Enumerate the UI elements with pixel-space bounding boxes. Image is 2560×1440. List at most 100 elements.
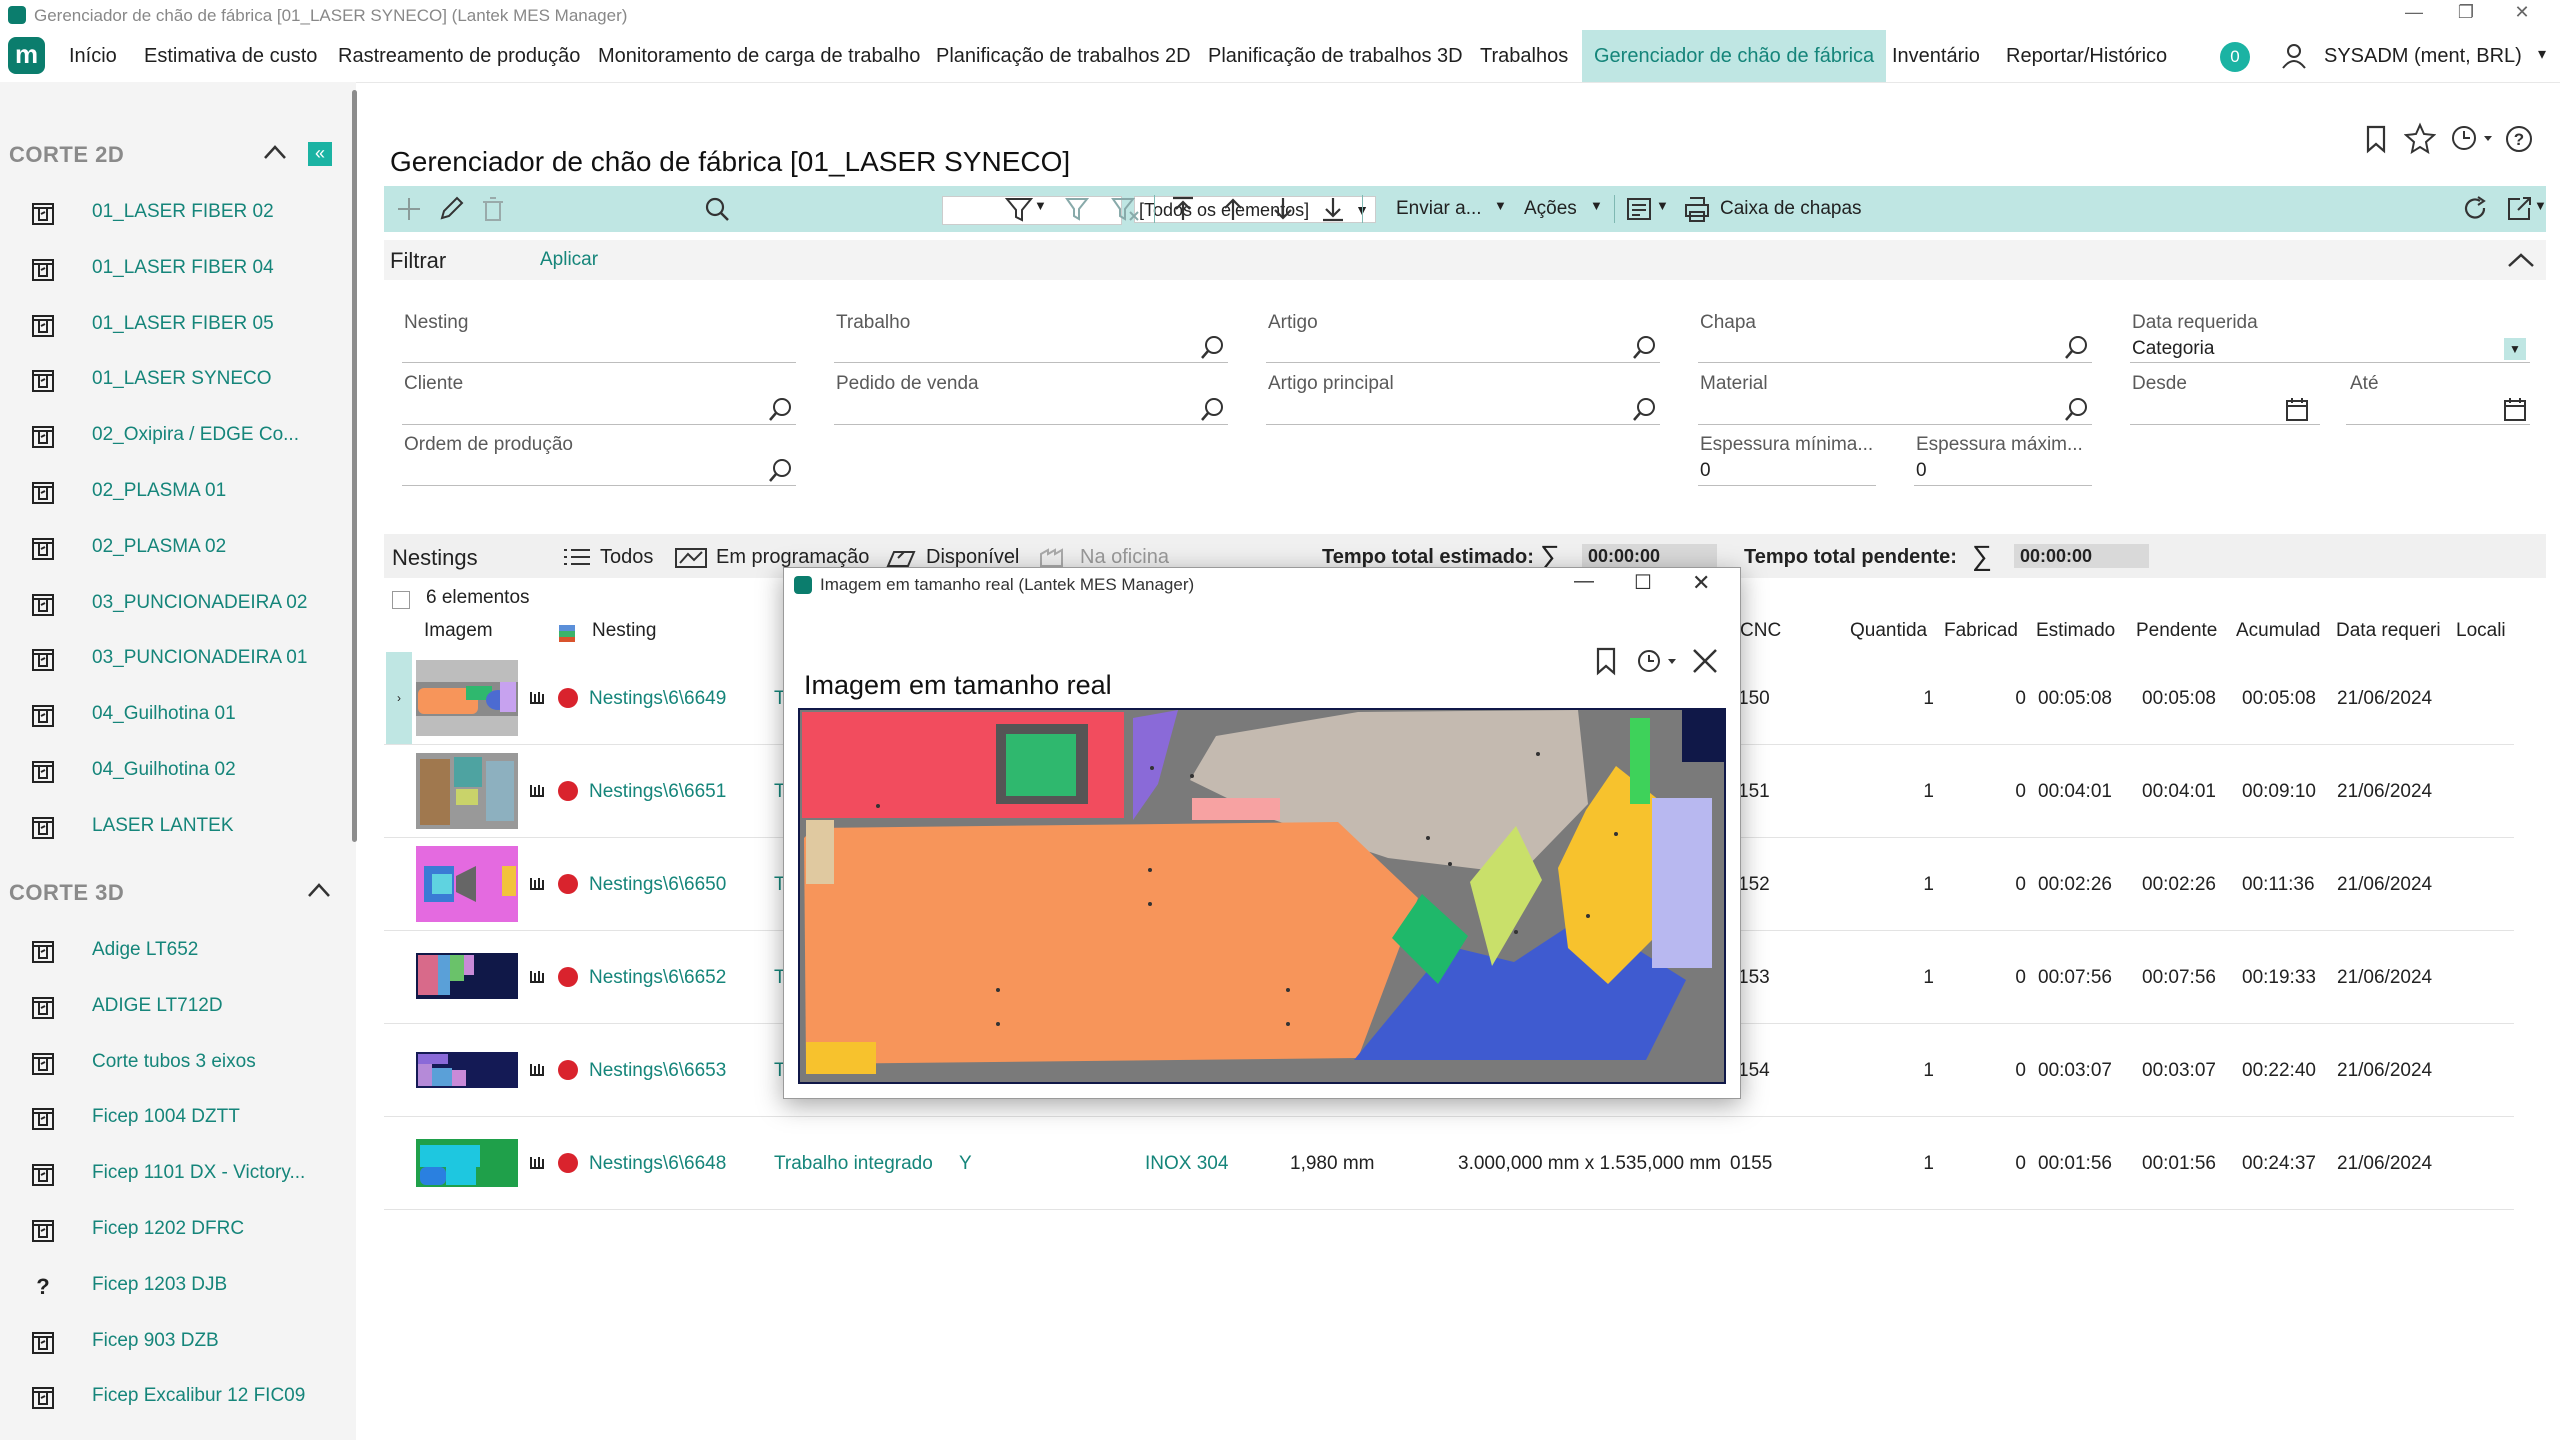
sidebar-item[interactable]: 02_PLASMA 01: [0, 469, 350, 513]
menu-gerenciador[interactable]: Gerenciador de chão de fábrica: [1582, 30, 1887, 82]
collapse-section-icon[interactable]: [262, 142, 288, 162]
search-icon[interactable]: [2064, 396, 2090, 422]
y-cell[interactable]: Y: [959, 1153, 972, 1175]
tab-em-programacao[interactable]: Em programação: [716, 546, 869, 569]
move-down-icon[interactable]: [1268, 194, 1298, 224]
tab-disponivel[interactable]: Disponível: [926, 546, 1019, 569]
sidebar-item[interactable]: 04_Guilhotina 01: [0, 692, 350, 736]
edit-icon[interactable]: [436, 194, 466, 224]
col-cnc[interactable]: CNC: [1740, 620, 1781, 642]
parts-icon[interactable]: [528, 967, 546, 985]
sidebar-item[interactable]: 03_PUNCIONADEIRA 01: [0, 636, 350, 680]
nesting-link[interactable]: Nestings\6\6653: [589, 1060, 726, 1082]
menu-estimativa[interactable]: Estimativa de custo: [132, 30, 329, 82]
calendar-icon[interactable]: [2502, 396, 2528, 422]
nesting-thumbnail[interactable]: [416, 660, 518, 736]
search-icon[interactable]: [768, 396, 794, 422]
sidebar-item[interactable]: Ficep 903 DZB: [0, 1319, 350, 1363]
menu-inicio[interactable]: Início: [57, 30, 129, 82]
bookmark-icon[interactable]: [2362, 124, 2390, 154]
col-fabricado[interactable]: Fabricad: [1944, 620, 2018, 642]
cliente-field[interactable]: [402, 394, 796, 425]
search-icon[interactable]: [1632, 396, 1658, 422]
filter-dropdown-icon[interactable]: ▼: [1034, 198, 1047, 213]
history-icon[interactable]: [2450, 124, 2496, 154]
sidebar-item[interactable]: 01_LASER FIBER 05: [0, 302, 350, 346]
nesting-field[interactable]: [402, 332, 796, 363]
artigo-field[interactable]: [1266, 332, 1660, 363]
collapse-section-icon[interactable]: [306, 880, 332, 900]
sidebar-item[interactable]: 01_LASER FIBER 04: [0, 246, 350, 290]
notification-badge[interactable]: 0: [2220, 42, 2250, 72]
menu-trabalhos[interactable]: Trabalhos: [1468, 30, 1580, 82]
parts-icon[interactable]: [528, 1060, 546, 1078]
menu-planificacao-2d[interactable]: Planificação de trabalhos 2D: [924, 30, 1203, 82]
programming-icon[interactable]: [674, 546, 708, 568]
export-icon[interactable]: [2504, 194, 2534, 224]
user-dropdown-icon[interactable]: ▾: [2538, 44, 2546, 64]
nesting-link[interactable]: Nestings\6\6650: [589, 874, 726, 896]
apply-filter-link[interactable]: Aplicar: [540, 249, 598, 271]
available-icon[interactable]: [884, 546, 918, 568]
sidebar-item[interactable]: Ficep 1101 DX - Victory...: [0, 1151, 350, 1195]
nesting-thumbnail[interactable]: [416, 1125, 518, 1201]
bookmark-icon[interactable]: [1592, 646, 1620, 676]
nesting-thumbnail[interactable]: [416, 939, 518, 1015]
actions-dropdown-icon[interactable]: ▼: [1590, 198, 1603, 213]
row-selector-icon[interactable]: ›: [386, 652, 412, 744]
sidebar-item[interactable]: 01_LASER SYNECO: [0, 357, 350, 401]
material-field[interactable]: [1698, 394, 2092, 425]
select-all-checkbox[interactable]: [392, 591, 410, 609]
maximize-button[interactable]: ❐: [2446, 2, 2486, 23]
sidebar-item[interactable]: ADIGE LT712D: [0, 984, 350, 1028]
nesting-link[interactable]: Nestings\6\6651: [589, 781, 726, 803]
search-icon[interactable]: [768, 457, 794, 483]
trabalho-field[interactable]: [834, 332, 1228, 363]
nesting-thumbnail[interactable]: [416, 753, 518, 829]
sidebar-item[interactable]: Ficep Excalibur 12 FIC09: [0, 1374, 350, 1418]
export-dropdown-icon[interactable]: ▼: [2534, 198, 2547, 213]
menu-reportar[interactable]: Reportar/Histórico: [1994, 30, 2179, 82]
favorite-star-icon[interactable]: [2404, 122, 2436, 154]
parts-icon[interactable]: [528, 874, 546, 892]
nesting-thumbnail[interactable]: [416, 846, 518, 922]
pedido-field[interactable]: [834, 394, 1228, 425]
sheet-box-button[interactable]: Caixa de chapas: [1720, 198, 1862, 220]
sidebar-item[interactable]: LASER LANTEK: [0, 804, 350, 848]
tab-todos[interactable]: Todos: [600, 546, 653, 569]
move-up-icon[interactable]: [1218, 194, 1248, 224]
artigo-principal-field[interactable]: [1266, 394, 1660, 425]
menu-monitoramento[interactable]: Monitoramento de carga de trabalho: [586, 30, 932, 82]
material-cell[interactable]: INOX 304: [1145, 1153, 1228, 1175]
sidebar-item[interactable]: 04_Guilhotina 02: [0, 748, 350, 792]
dialog-maximize-button[interactable]: ☐: [1634, 570, 1652, 595]
workshop-icon[interactable]: [1038, 546, 1072, 568]
help-icon[interactable]: ?: [2504, 124, 2534, 154]
espessura-max-field[interactable]: [1914, 455, 2092, 486]
dialog-close-button[interactable]: ✕: [1692, 570, 1710, 596]
collapse-sidebar-icon[interactable]: «: [308, 142, 332, 166]
chevron-down-icon[interactable]: ▼: [2504, 338, 2526, 360]
close-icon[interactable]: [1690, 646, 1720, 676]
collapse-filter-icon[interactable]: [2506, 250, 2536, 270]
search-icon[interactable]: [1632, 334, 1658, 360]
nesting-link[interactable]: Nestings\6\6652: [589, 967, 726, 989]
sidebar-item[interactable]: Corte tubos 3 eixos: [0, 1040, 350, 1084]
col-estimado[interactable]: Estimado: [2036, 620, 2115, 642]
user-icon[interactable]: [2280, 42, 2308, 70]
nesting-link[interactable]: Nestings\6\6649: [589, 688, 726, 710]
sidebar-item[interactable]: 01_LASER FIBER 02: [0, 190, 350, 234]
menu-rastreamento[interactable]: Rastreamento de produção: [326, 30, 592, 82]
filter-edit-icon[interactable]: [1064, 194, 1094, 224]
col-acumulado[interactable]: Acumulad: [2236, 620, 2321, 642]
sidebar-item[interactable]: Adige LT652: [0, 928, 350, 972]
parts-icon[interactable]: [528, 781, 546, 799]
col-pendente[interactable]: Pendente: [2136, 620, 2217, 642]
send-to-button[interactable]: Enviar a...: [1396, 198, 1482, 220]
report-dropdown-icon[interactable]: ▼: [1656, 198, 1669, 213]
search-icon[interactable]: [702, 194, 732, 224]
search-icon[interactable]: [2064, 334, 2090, 360]
chapa-field[interactable]: [1698, 332, 2092, 363]
search-icon[interactable]: [1200, 334, 1226, 360]
menu-planificacao-3d[interactable]: Planificação de trabalhos 3D: [1196, 30, 1475, 82]
